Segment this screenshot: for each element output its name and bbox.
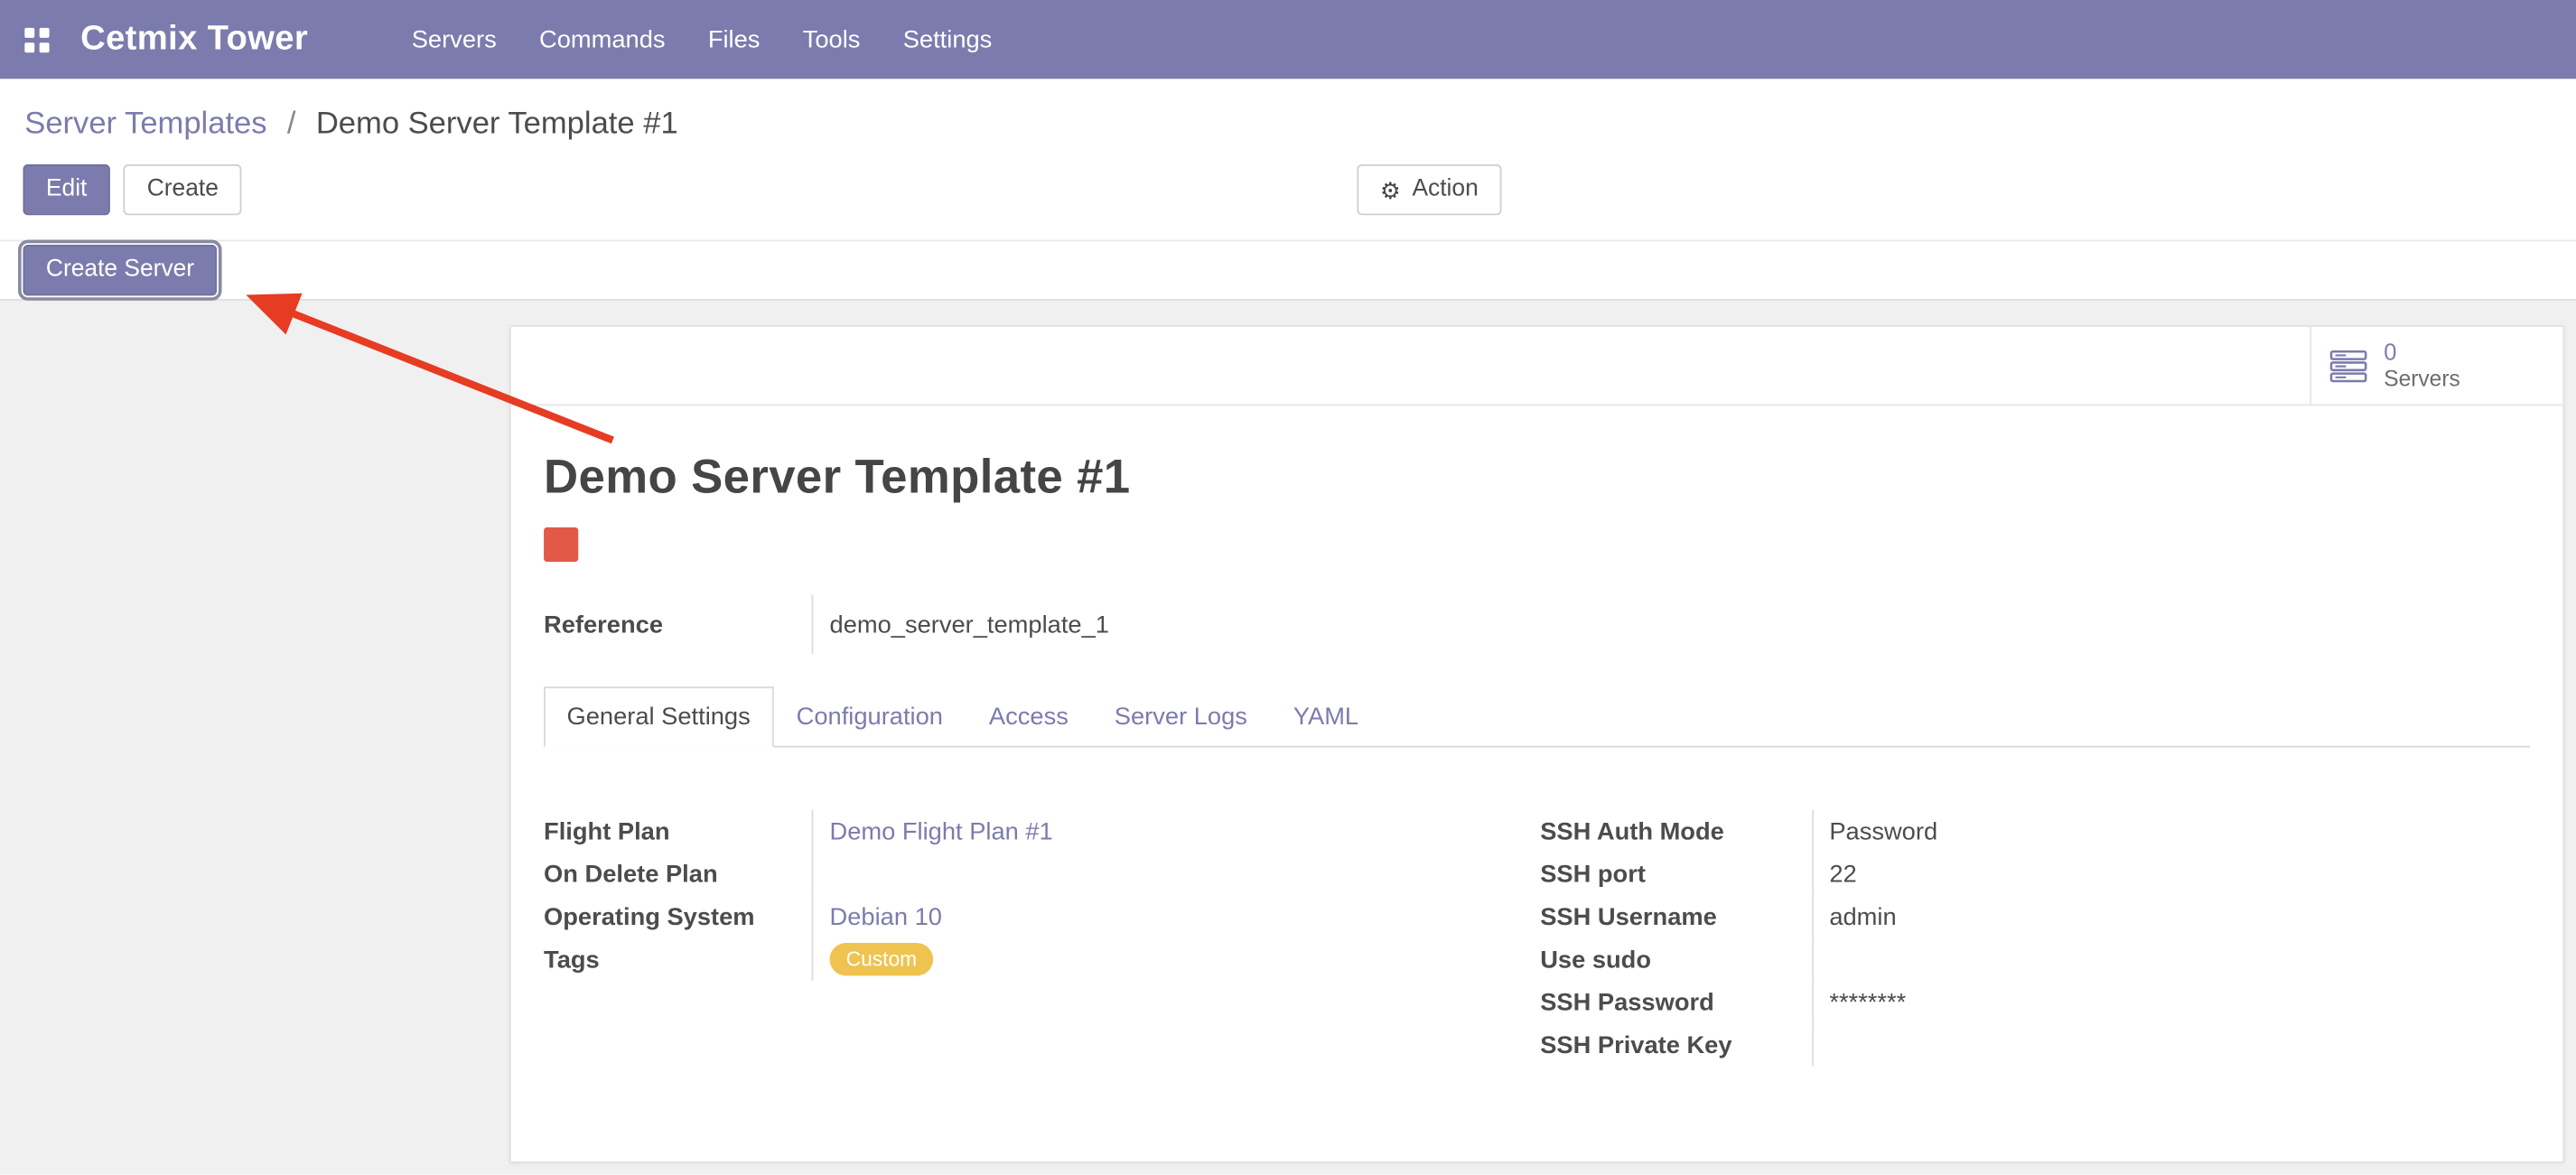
tags-label: Tags: [544, 938, 811, 981]
field-row-use-sudo: Use sudo: [1540, 938, 2530, 981]
color-swatch[interactable]: [544, 527, 578, 562]
menu-item-settings[interactable]: Settings: [882, 15, 1013, 63]
menu-item-commands[interactable]: Commands: [518, 15, 686, 63]
reference-value: demo_server_template_1: [812, 594, 2531, 653]
stat-label: Servers: [2384, 367, 2460, 392]
flight-plan-label: Flight Plan: [544, 810, 811, 853]
top-navbar: Cetmix Tower Servers Commands Files Tool…: [0, 0, 2576, 79]
field-group-left: Flight Plan Demo Flight Plan #1 On Delet…: [544, 810, 1540, 1067]
form-header-buttons-bar: Create Server: [0, 240, 2576, 301]
apps-grid-dot: [24, 27, 34, 37]
ssh-username-label: SSH Username: [1540, 895, 1811, 937]
field-row-reference: Reference demo_server_template_1: [544, 594, 2530, 653]
operating-system-label: Operating System: [544, 895, 811, 937]
tab-general-settings[interactable]: General Settings: [544, 686, 773, 747]
tab-configuration[interactable]: Configuration: [773, 688, 966, 746]
breadcrumb-parent-link[interactable]: Server Templates: [24, 107, 266, 141]
menu-item-tools[interactable]: Tools: [781, 15, 882, 63]
ssh-password-value: ********: [1811, 981, 2530, 1023]
ssh-private-key-label: SSH Private Key: [1540, 1023, 1811, 1066]
control-panel: Edit Create ⚙ Action: [0, 164, 2576, 215]
ssh-port-value: 22: [1811, 853, 2530, 895]
record-title: Demo Server Template #1: [544, 452, 2530, 506]
breadcrumb: Server Templates / Demo Server Template …: [0, 79, 2576, 147]
apps-grid-dot: [40, 42, 50, 51]
field-row-ssh-private-key: SSH Private Key: [1540, 1023, 2530, 1066]
ssh-port-label: SSH port: [1540, 853, 1811, 895]
apps-grid-icon[interactable]: [24, 27, 49, 51]
app-window: Cetmix Tower Servers Commands Files Tool…: [0, 0, 2576, 1174]
apps-grid-dot: [40, 27, 50, 37]
ssh-password-label: SSH Password: [1540, 981, 1811, 1023]
use-sudo-value: [1811, 938, 2530, 981]
form-sheet: Demo Server Template #1 Reference demo_s…: [511, 452, 2563, 1066]
field-row-flight-plan: Flight Plan Demo Flight Plan #1: [544, 810, 1540, 853]
create-button[interactable]: Create: [124, 164, 241, 215]
operating-system-link[interactable]: Debian 10: [830, 902, 942, 930]
flight-plan-link[interactable]: Demo Flight Plan #1: [830, 817, 1053, 845]
brand-title[interactable]: Cetmix Tower: [80, 20, 308, 60]
edit-button[interactable]: Edit: [23, 164, 109, 215]
field-group-right: SSH Auth Mode Password SSH port 22 SSH U…: [1540, 810, 2530, 1067]
menu-item-files[interactable]: Files: [686, 15, 781, 63]
breadcrumb-current: Demo Server Template #1: [316, 107, 678, 141]
field-row-on-delete-plan: On Delete Plan: [544, 853, 1540, 895]
on-delete-plan-label: On Delete Plan: [544, 853, 811, 895]
main-menu: Servers Commands Files Tools Settings: [390, 15, 1013, 63]
stat-count: 0: [2384, 339, 2460, 365]
content-area: 0 Servers Demo Server Template #1 Refere…: [0, 301, 2576, 1175]
menu-item-servers[interactable]: Servers: [390, 15, 518, 63]
ssh-private-key-value: [1811, 1023, 2530, 1066]
breadcrumb-separator: /: [287, 107, 296, 141]
notebook-tabs: General Settings Configuration Access Se…: [544, 686, 2530, 747]
form-card: 0 Servers Demo Server Template #1 Refere…: [509, 325, 2564, 1163]
action-button-label: Action: [1412, 174, 1478, 205]
field-row-ssh-username: SSH Username admin: [1540, 895, 2530, 937]
tab-access[interactable]: Access: [966, 688, 1091, 746]
use-sudo-label: Use sudo: [1540, 938, 1811, 981]
apps-grid-dot: [24, 42, 34, 51]
servers-stack-icon: [2329, 350, 2369, 382]
create-server-button[interactable]: Create Server: [23, 245, 217, 295]
field-row-tags: Tags Custom: [544, 938, 1540, 981]
on-delete-plan-value: [812, 853, 1541, 895]
stat-button-box: 0 Servers: [511, 327, 2563, 406]
stat-text: 0 Servers: [2384, 339, 2460, 392]
tab-yaml[interactable]: YAML: [1270, 688, 1381, 746]
field-row-ssh-password: SSH Password ********: [1540, 981, 2530, 1023]
tab-server-logs[interactable]: Server Logs: [1091, 688, 1270, 746]
ssh-auth-mode-label: SSH Auth Mode: [1540, 810, 1811, 853]
field-row-ssh-port: SSH port 22: [1540, 853, 2530, 895]
tag-badge-custom: Custom: [830, 943, 934, 976]
gear-icon: ⚙: [1380, 178, 1401, 200]
action-button[interactable]: ⚙ Action: [1357, 164, 1501, 215]
ssh-auth-mode-value: Password: [1811, 810, 2530, 853]
field-row-operating-system: Operating System Debian 10: [544, 895, 1540, 937]
field-groups: Flight Plan Demo Flight Plan #1 On Delet…: [544, 810, 2530, 1067]
ssh-username-value: admin: [1811, 895, 2530, 937]
servers-stat-button[interactable]: 0 Servers: [2310, 327, 2562, 404]
field-row-ssh-auth-mode: SSH Auth Mode Password: [1540, 810, 2530, 853]
reference-label: Reference: [544, 594, 811, 653]
